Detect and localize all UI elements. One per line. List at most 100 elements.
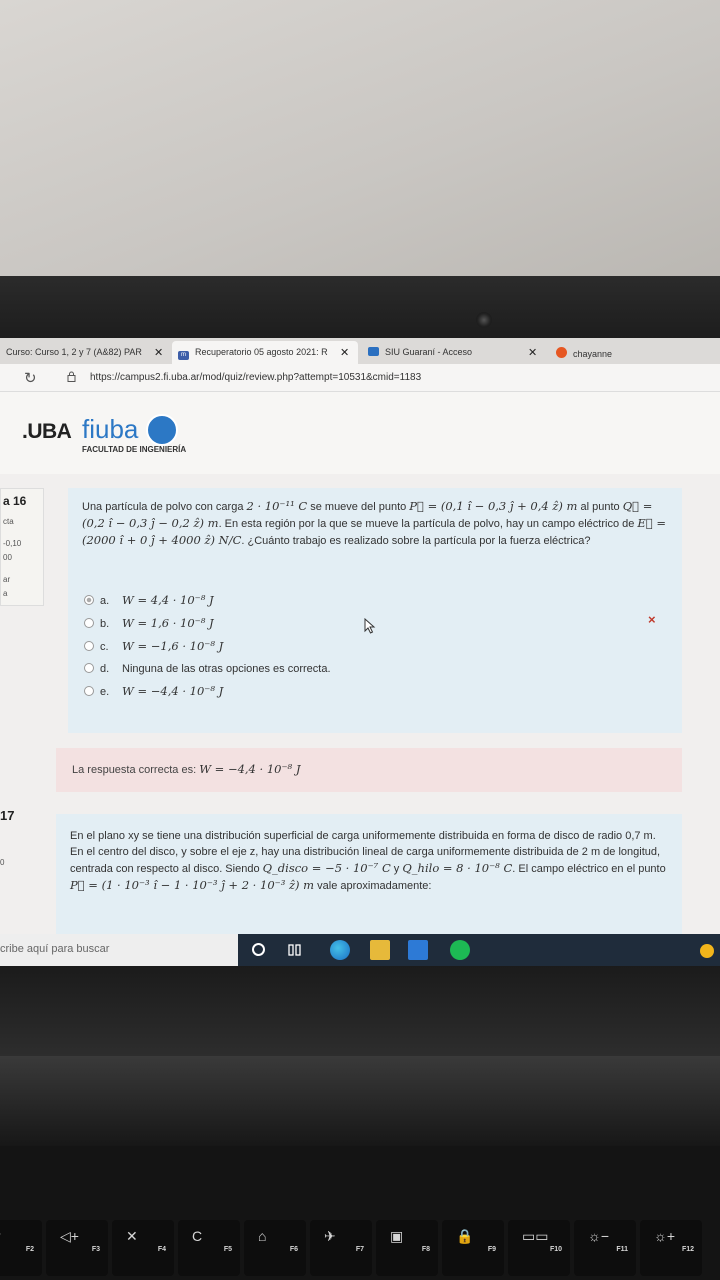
webcam-icon [476, 312, 492, 328]
address-bar: ↻ https://campus2.fi.uba.ar/mod/quiz/rev… [0, 364, 720, 392]
option-c[interactable]: c. W = −1,6 · 10⁻⁸ J [84, 637, 223, 655]
key-label: F11 [616, 1246, 628, 1253]
incorrect-icon: × [648, 612, 656, 627]
option-a[interactable]: a. W = 4,4 · 10⁻⁸ J [84, 591, 214, 609]
tab-chayanne[interactable]: chayanne [550, 341, 720, 364]
option-e[interactable]: e. W = −4,4 · 10⁻⁸ J [84, 682, 223, 700]
question-text: Una partícula de polvo con carga 2 · 10⁻… [82, 498, 674, 549]
key-label: F4 [157, 1246, 166, 1253]
option-text: W = −4,4 · 10⁻⁸ J [122, 684, 224, 698]
question-text: En el plano xy se tiene una distribución… [70, 828, 670, 894]
question-number: a 16 [3, 494, 27, 508]
logo-uba: .UBA [22, 420, 72, 443]
option-b[interactable]: b. W = 1,6 · 10⁻⁸ J [84, 614, 214, 632]
answer-label: La respuesta correcta es: [72, 764, 200, 776]
key-f2[interactable]: ⁻ F2 [0, 1220, 42, 1276]
key-label: F7 [355, 1246, 364, 1253]
question-text-part: Una partícula de polvo con carga [82, 501, 247, 513]
question-score-17: 0 [0, 858, 5, 867]
refresh-icon: C [192, 1228, 203, 1244]
url-field[interactable]: https://campus2.fi.uba.ar/mod/quiz/revie… [90, 372, 421, 383]
option-text: W = 4,4 · 10⁻⁸ J [122, 593, 214, 607]
tab-label: Recuperatorio 05 agosto 2021: R [195, 347, 328, 357]
cortana-icon[interactable] [252, 943, 265, 956]
question-text-part: se mueve del punto [307, 501, 410, 513]
radio[interactable] [84, 618, 94, 628]
lock-icon: 🔒 [456, 1228, 474, 1244]
tab-recuperatorio[interactable]: m Recuperatorio 05 agosto 2021: R ✕ [172, 341, 358, 364]
key-f12[interactable]: ☼+ F12 [640, 1220, 702, 1276]
flag-label[interactable]: ar [3, 575, 10, 584]
camera-off-icon: ▣ [390, 1228, 404, 1244]
option-letter: d. [100, 663, 110, 675]
tab-label: Curso: Curso 1, 2 y 7 (A&82) PAR [6, 347, 142, 357]
tab-siu-guarani[interactable]: SIU Guaraní - Acceso ✕ [362, 341, 548, 364]
radio[interactable] [84, 663, 94, 673]
tab-label: SIU Guaraní - Acceso [385, 347, 473, 357]
reload-icon[interactable]: ↻ [24, 369, 37, 387]
lock-icon [67, 371, 76, 382]
key-f7[interactable]: ✈ F7 [310, 1220, 372, 1276]
airplane-icon: ✈ [324, 1228, 336, 1244]
answer-value: W = −4,4 · 10⁻⁸ J [199, 762, 301, 776]
option-letter: a. [100, 595, 110, 607]
key-label: F3 [91, 1246, 100, 1253]
option-letter: e. [100, 686, 110, 698]
tray-notification-icon[interactable] [700, 944, 714, 958]
key-label: F12 [681, 1246, 694, 1253]
key-symbol: ⁻ [0, 1228, 1, 1245]
close-icon[interactable]: ✕ [154, 346, 163, 359]
key-f11[interactable]: ☼− F11 [574, 1220, 636, 1276]
file-explorer-icon[interactable] [370, 940, 390, 960]
task-view-icon[interactable] [288, 943, 302, 957]
radio-selected[interactable] [84, 595, 94, 605]
key-f4[interactable]: ✕ F4 [112, 1220, 174, 1276]
key-f6[interactable]: ⌂ F6 [244, 1220, 306, 1276]
tab-label: chayanne [573, 349, 613, 359]
radio[interactable] [84, 686, 94, 696]
laptop-bezel-top [0, 276, 720, 338]
key-label: F5 [223, 1246, 232, 1253]
moodle-favicon-icon: m [178, 351, 189, 360]
edge-browser-icon[interactable] [330, 940, 350, 960]
volume-up-icon: ◁+ [60, 1228, 79, 1244]
keyboard: ⁻ F2 ◁+ F3 ✕ F4 C F5 ⌂ F6 ✈ F7 ▣ F8 🔒 F9 ▭▭F10 ☼… [0, 1146, 720, 1280]
laptop-bezel-bottom [0, 966, 720, 1056]
close-icon[interactable]: ✕ [340, 346, 349, 359]
close-icon[interactable]: ✕ [528, 346, 537, 359]
key-f5[interactable]: C F5 [178, 1220, 240, 1276]
q-hilo-formula: Q_hilo = 8 · 10⁻⁸ C [402, 861, 513, 875]
display-icon: ▭▭ [522, 1228, 549, 1244]
fiuba-logo-icon [146, 414, 178, 446]
siu-favicon-icon [368, 347, 379, 356]
key-f10[interactable]: ▭▭ F10 [508, 1220, 570, 1276]
search-placeholder: cribe aquí para buscar [0, 943, 110, 955]
browser-tab-bar: Curso: Curso 1, 2 y 7 (A&82) PAR ✕ m Recu… [0, 338, 720, 364]
logo-fiuba: fiuba [82, 414, 139, 444]
key-f9[interactable]: 🔒 F9 [442, 1220, 504, 1276]
key-f3[interactable]: ◁+ F3 [46, 1220, 108, 1276]
question-text-part: al punto [577, 501, 623, 513]
option-d[interactable]: d. Ninguna de las otras opciones es corre… [84, 660, 331, 678]
question-text-part: . En esta región por la que se mueve la … [218, 518, 638, 530]
spotify-icon[interactable] [450, 940, 470, 960]
question-text-part: . ¿Cuánto trabajo es realizado sobre la … [241, 535, 591, 547]
mouse-cursor-icon [364, 618, 376, 634]
radio[interactable] [84, 641, 94, 651]
correct-answer-box: La respuesta correcta es: W = −4,4 · 10⁻… [56, 748, 682, 792]
flag-label-2[interactable]: a [3, 589, 7, 598]
question-score-max: 00 [3, 553, 12, 562]
logo-subtitle: FACULTAD DE INGENIERÍA [82, 445, 187, 454]
point-p-formula: P⃗ = (0,1 î − 0,3 ĵ + 0,4 ẑ) m [409, 499, 578, 513]
brightness-down-icon: ☼− [588, 1228, 610, 1244]
question-text-part: y [390, 863, 403, 875]
question-text-part: . El campo eléctrico en el punto [512, 863, 666, 875]
question-number-17: 17 [0, 808, 15, 823]
key-f8[interactable]: ▣ F8 [376, 1220, 438, 1276]
option-text: W = 1,6 · 10⁻⁸ J [122, 616, 214, 630]
question-16: Una partícula de polvo con carga 2 · 10⁻… [68, 488, 682, 733]
store-icon[interactable] [408, 940, 428, 960]
laptop-hinge [0, 1056, 720, 1146]
taskbar-search[interactable]: cribe aquí para buscar [0, 934, 238, 966]
tab-curso[interactable]: Curso: Curso 1, 2 y 7 (A&82) PAR ✕ [0, 341, 172, 364]
